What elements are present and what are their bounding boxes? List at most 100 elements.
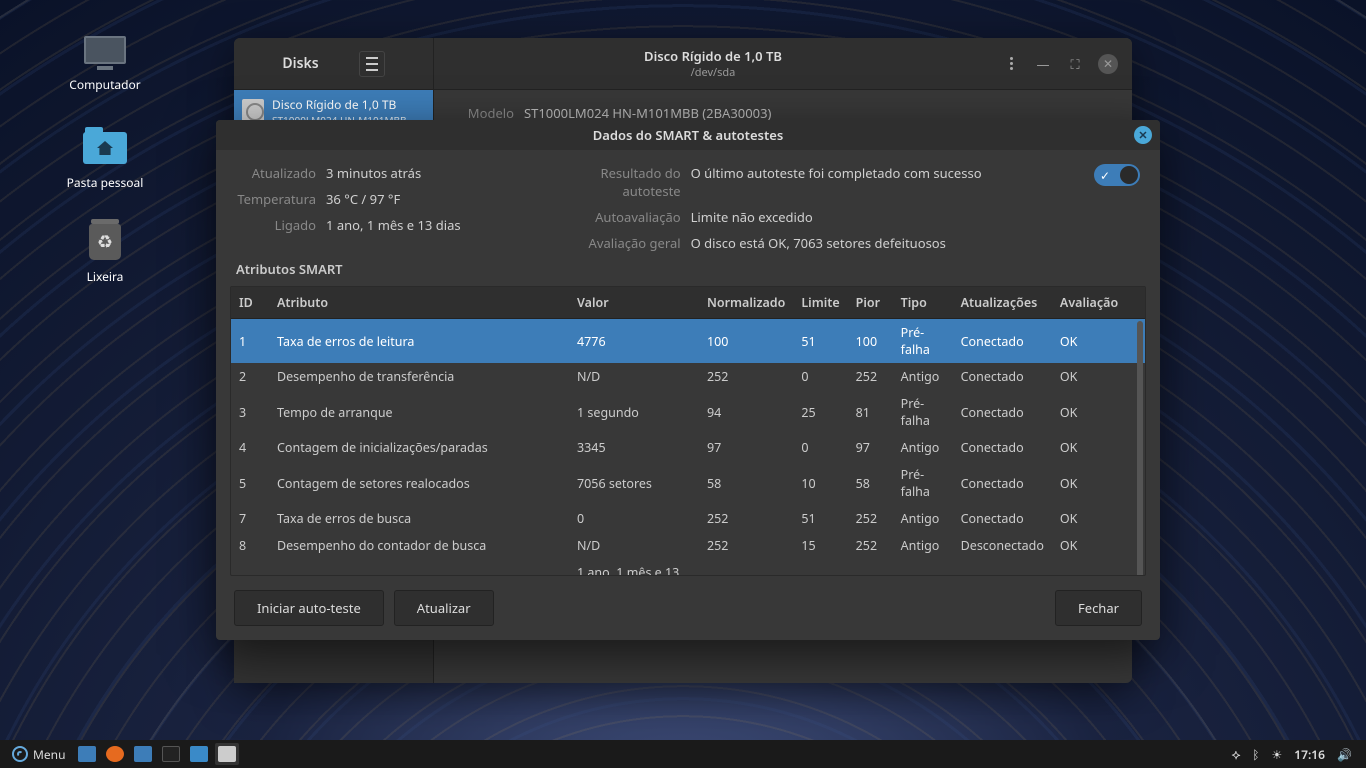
cell-value: 3345 [569, 434, 699, 461]
brightness-icon[interactable]: ☀ [1272, 746, 1283, 763]
col-normalized[interactable]: Normalizado [699, 287, 793, 319]
cell-thresh: 15 [793, 532, 847, 559]
minimize-button[interactable]: — [1034, 55, 1052, 73]
cell-norm: 100 [699, 319, 793, 364]
cell-thresh: 51 [793, 505, 847, 532]
table-row[interactable]: 8Desempenho do contador de buscaN/D25215… [231, 532, 1145, 559]
desktop-icon-label: Lixeira [50, 268, 160, 285]
cell-worst: 97 [848, 434, 893, 461]
cell-assess: OK [1052, 363, 1145, 390]
clock[interactable]: 17:16 [1294, 746, 1325, 763]
temperature-value: 36 °C / 97 °F [326, 190, 400, 208]
system-tray: ⯎ ᛒ ☀ 17:16 🔊 [1232, 746, 1360, 763]
show-desktop-button[interactable] [75, 743, 99, 765]
cell-thresh: 25 [793, 390, 847, 434]
taskbar-app-files[interactable] [187, 743, 211, 765]
cell-updates: Conectado [953, 363, 1052, 390]
start-menu-button[interactable]: Menu [6, 744, 71, 765]
cell-id: 5 [231, 461, 269, 505]
cell-worst: 100 [848, 319, 893, 364]
cell-id: 9 [231, 559, 269, 576]
table-row[interactable]: 2Desempenho de transferênciaN/D2520252An… [231, 363, 1145, 390]
cell-updates: Desconectado [953, 532, 1052, 559]
cell-type: Antigo [893, 363, 953, 390]
cell-type: Pré-falha [893, 390, 953, 434]
window-subtitle: /dev/sda [691, 65, 736, 80]
cell-value: 0 [569, 505, 699, 532]
col-id[interactable]: ID [231, 287, 269, 319]
start-selftest-button[interactable]: Iniciar auto-teste [234, 590, 384, 626]
cell-attr: Taxa de erros de leitura [269, 319, 569, 364]
desktop-icon-computer[interactable]: Computador [50, 30, 160, 93]
cell-worst: 100 [848, 559, 893, 576]
dialog-close-button[interactable]: ✕ [1134, 126, 1152, 144]
desktop-icon-home[interactable]: Pasta pessoal [50, 128, 160, 191]
cell-assess: OK [1052, 319, 1145, 364]
cell-assess: OK [1052, 434, 1145, 461]
taskbar-app-disks[interactable] [215, 743, 239, 765]
volume-icon[interactable]: 🔊 [1337, 746, 1352, 763]
cell-type: Antigo [893, 532, 953, 559]
overall-value: O disco está OK, 7063 setores defeituoso… [691, 234, 946, 252]
cell-thresh: 10 [793, 461, 847, 505]
table-row[interactable]: 9Horas ligado1 ano, 1 mês e 13 dias10001… [231, 559, 1145, 576]
trash-icon: ♻ [81, 222, 129, 262]
cell-norm: 252 [699, 363, 793, 390]
table-row[interactable]: 5Contagem de setores realocados7056 seto… [231, 461, 1145, 505]
cell-worst: 81 [848, 390, 893, 434]
cell-updates: Conectado [953, 505, 1052, 532]
cell-norm: 252 [699, 505, 793, 532]
cell-updates: Conectado [953, 559, 1052, 576]
table-scrollbar[interactable] [1137, 321, 1143, 576]
hamburger-menu-button[interactable] [359, 51, 385, 77]
refresh-button[interactable]: Atualizar [394, 590, 494, 626]
disk-name: Disco Rígido de 1,0 TB [272, 96, 407, 113]
cell-norm: 94 [699, 390, 793, 434]
app-title: Disks [282, 54, 318, 73]
desktop-icon-trash[interactable]: ♻ Lixeira [50, 222, 160, 285]
cell-worst: 252 [848, 532, 893, 559]
taskbar-app-mail[interactable] [131, 743, 155, 765]
cell-id: 3 [231, 390, 269, 434]
table-row[interactable]: 7Taxa de erros de busca025251252AntigoCo… [231, 505, 1145, 532]
cell-attr: Desempenho do contador de busca [269, 532, 569, 559]
col-type[interactable]: Tipo [893, 287, 953, 319]
bluetooth-icon[interactable]: ᛒ [1252, 746, 1259, 763]
col-worst[interactable]: Pior [848, 287, 893, 319]
table-row[interactable]: 3Tempo de arranque1 segundo942581Pré-fal… [231, 390, 1145, 434]
cell-id: 2 [231, 363, 269, 390]
col-updates[interactable]: Atualizações [953, 287, 1052, 319]
folder-home-icon [81, 128, 129, 168]
cell-norm: 97 [699, 434, 793, 461]
cell-assess: OK [1052, 461, 1145, 505]
table-row[interactable]: 4Contagem de inicializações/paradas33459… [231, 434, 1145, 461]
attributes-table[interactable]: ID Atributo Valor Normalizado Limite Pio… [231, 287, 1145, 576]
col-assessment[interactable]: Avaliação [1052, 287, 1145, 319]
cell-attr: Taxa de erros de busca [269, 505, 569, 532]
updated-value: 3 minutos atrás [326, 164, 421, 182]
cell-assess: OK [1052, 390, 1145, 434]
selftest-label: Resultado do autoteste [551, 164, 681, 200]
taskbar-app-terminal[interactable] [159, 743, 183, 765]
desktop-icon-label: Pasta pessoal [50, 174, 160, 191]
cell-norm: 58 [699, 461, 793, 505]
cell-id: 4 [231, 434, 269, 461]
col-threshold[interactable]: Limite [793, 287, 847, 319]
table-row[interactable]: 1Taxa de erros de leitura477610051100Pré… [231, 319, 1145, 364]
col-value[interactable]: Valor [569, 287, 699, 319]
taskbar-app-firefox[interactable] [103, 743, 127, 765]
cell-value: 7056 setores [569, 461, 699, 505]
drive-menu-button[interactable] [1002, 55, 1020, 73]
close-button[interactable]: ✕ [1098, 54, 1118, 74]
cell-updates: Conectado [953, 390, 1052, 434]
smart-enable-toggle[interactable]: ✓ [1094, 164, 1140, 186]
network-icon[interactable]: ⯎ [1232, 746, 1241, 763]
cell-worst: 58 [848, 461, 893, 505]
cell-value: 4776 [569, 319, 699, 364]
attributes-table-container: ID Atributo Valor Normalizado Limite Pio… [230, 286, 1146, 576]
col-attribute[interactable]: Atributo [269, 287, 569, 319]
cell-id: 7 [231, 505, 269, 532]
close-dialog-button[interactable]: Fechar [1055, 590, 1142, 626]
monitor-icon [81, 30, 129, 70]
maximize-button[interactable]: ⛶ [1066, 55, 1084, 73]
